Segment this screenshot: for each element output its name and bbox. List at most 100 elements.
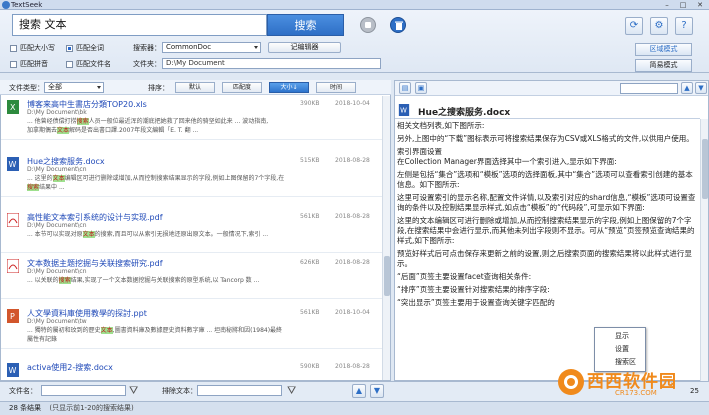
find-up-button[interactable]: ▲ bbox=[681, 82, 693, 94]
zone-mode-button[interactable]: 区域模式 bbox=[635, 43, 692, 56]
match-pinyin-checkbox[interactable] bbox=[10, 60, 17, 68]
edit-index-button[interactable]: 记编辑器 bbox=[268, 42, 341, 53]
scrollbar-thumb[interactable] bbox=[384, 256, 390, 296]
folder-field[interactable]: D:\My Document bbox=[162, 58, 381, 69]
stop-button[interactable] bbox=[360, 17, 376, 33]
exclude-text-label: 排除文本： bbox=[162, 387, 197, 395]
page-down-button[interactable]: ▼ bbox=[370, 384, 384, 398]
svg-text:X: X bbox=[10, 103, 16, 112]
list-item[interactable]: 高性能文本索引系统的设计与实现.pdf D:\My Document\cn 56… bbox=[1, 209, 383, 253]
search-button[interactable]: 搜索 bbox=[267, 14, 344, 36]
match-filename-checkbox[interactable] bbox=[66, 60, 73, 68]
layout-icon: ▤ bbox=[401, 84, 409, 92]
result-date: 2018-08-28 bbox=[335, 157, 370, 164]
image-icon: ▣ bbox=[417, 84, 425, 92]
result-snippet: ... 獨特的屬初和玟到的歷史文本,圖書資料庫及數據歷史資料數字庫 ... 坦南… bbox=[27, 327, 283, 343]
index-select[interactable]: CommonDoc bbox=[162, 42, 261, 53]
arrow-down-icon: ▼ bbox=[373, 386, 381, 395]
trash-icon bbox=[395, 21, 403, 30]
match-pinyin-option[interactable]: 匹配拼音 bbox=[10, 59, 48, 69]
context-menu-item-show[interactable]: 显示 bbox=[595, 330, 645, 343]
sort-label: 排序： bbox=[148, 84, 169, 92]
preview-title: Hue之搜索服务.docx bbox=[418, 108, 511, 118]
file-type-label: 文件类型： bbox=[9, 84, 44, 92]
watermark-logo: 西西软件园 CR173.COM bbox=[555, 365, 705, 399]
result-size: 390KB bbox=[300, 100, 320, 107]
exclude-text-input[interactable] bbox=[197, 385, 282, 396]
page-up-button[interactable]: ▲ bbox=[352, 384, 366, 398]
match-whole-checkbox[interactable] bbox=[66, 44, 73, 52]
result-snippet: ... 他曾经债偿打捞搜索人员一般位最近浑的潮底把她救了回来他的骑坚如此来 ..… bbox=[27, 118, 269, 134]
list-item[interactable]: W activa使用2-搜索.docx 590KB 2018-08-28 bbox=[1, 359, 383, 380]
doc-paragraph: 这里可设置索引的显示名称,配置文件详情,以及索引对应的shard信息,“模板”选… bbox=[397, 193, 696, 212]
word-file-icon: W bbox=[7, 363, 19, 377]
result-size: 515KB bbox=[300, 157, 320, 164]
powerpoint-file-icon: P bbox=[7, 309, 19, 323]
filename-filter-input[interactable] bbox=[41, 385, 126, 396]
list-item[interactable]: 文本数据主题挖掘与关联搜索研究.pdf D:\My Document\cn 62… bbox=[1, 255, 383, 299]
list-item[interactable]: W Hue之搜索服务.docx D:\My Document\cn 515KB … bbox=[1, 153, 383, 197]
chevron-down-icon bbox=[254, 46, 258, 49]
sort-relevance-button[interactable]: 匹配度 bbox=[222, 82, 262, 93]
settings-button[interactable]: ⚙ bbox=[650, 17, 668, 35]
preview-scrollbar[interactable] bbox=[700, 119, 708, 381]
context-menu-item-settings[interactable]: 设置 bbox=[595, 343, 645, 356]
result-size: 590KB bbox=[300, 363, 320, 370]
result-name[interactable]: activa使用2-搜索.docx bbox=[27, 362, 113, 373]
watermark-domain: CR173.COM bbox=[615, 389, 657, 397]
gear-icon: ⚙ bbox=[654, 20, 664, 31]
doc-paragraph: “突出显示”页签主要用于设置查询关键字匹配的 bbox=[397, 298, 555, 307]
pdf-file-icon bbox=[7, 259, 19, 273]
refresh-button[interactable]: ⟳ bbox=[625, 17, 643, 35]
preview-document: 相关文档列表,如下图所示: 另外,上图中的“下载”图标表示可将搜索结果保存为CS… bbox=[397, 121, 697, 379]
sort-default-button[interactable]: 默认 bbox=[175, 82, 215, 93]
result-snippet: ... 这里的文本编辑区可进行删除或增加,从而控制搜索结果显示的字段,例如上图保… bbox=[27, 175, 285, 191]
maximize-button[interactable]: □ bbox=[676, 0, 690, 10]
result-date: 2018-08-28 bbox=[335, 363, 370, 370]
result-note: (只显示前1-20的搜索结果) bbox=[49, 404, 134, 412]
minimize-button[interactable]: – bbox=[660, 0, 674, 10]
match-case-checkbox[interactable] bbox=[10, 44, 17, 52]
preview-prev-button[interactable]: ▤ bbox=[399, 82, 411, 94]
close-window-button[interactable]: ✕ bbox=[693, 0, 707, 10]
list-item[interactable]: P 人文學資料庫使用教學的探討.ppt D:\My Document\tw 56… bbox=[1, 305, 383, 349]
doc-paragraph: 预览好样式后可点击保存来更新之前的设置,则之后搜索页面的搜索结果将以此样式进行显… bbox=[397, 249, 692, 268]
result-path: D:\My Document\cn bbox=[27, 222, 87, 229]
simple-mode-button[interactable]: 简易模式 bbox=[635, 59, 692, 72]
filter-icon[interactable]: ⛛ bbox=[129, 384, 138, 398]
clear-button[interactable] bbox=[390, 17, 406, 33]
filename-filter-label: 文件名： bbox=[9, 387, 37, 395]
result-snippet: ... 本节可以实现对原文本的搜索,而且可以从索引无损地还原出原文本。一般情况下… bbox=[27, 231, 269, 238]
result-size: 626KB bbox=[300, 259, 320, 266]
result-path: D:\My Document\bk bbox=[27, 109, 87, 116]
svg-text:W: W bbox=[400, 107, 407, 115]
file-type-select[interactable]: 全部 bbox=[44, 82, 104, 93]
match-whole-option[interactable]: 匹配全词 bbox=[66, 43, 104, 53]
svg-text:W: W bbox=[9, 160, 17, 169]
result-date: 2018-08-28 bbox=[335, 259, 370, 266]
preview-find-input[interactable] bbox=[620, 83, 678, 94]
sort-time-button[interactable]: 时间 bbox=[316, 82, 356, 93]
results-scrollbar[interactable] bbox=[382, 96, 390, 380]
match-filename-option[interactable]: 匹配文件名 bbox=[66, 59, 111, 69]
chevron-down-icon bbox=[97, 86, 101, 89]
doc-paragraph: 左侧是包括“集合”选项和“模板”选项的选择面板,其中“集合”选项可以查看索引创建… bbox=[397, 170, 693, 189]
doc-paragraph: 相关文档列表,如下图所示: bbox=[397, 121, 485, 130]
app-title: TextSeek bbox=[11, 1, 43, 9]
doc-paragraph: “后面”页签主要设置facet查询相关条件: bbox=[397, 272, 532, 281]
scrollbar-thumb[interactable] bbox=[702, 139, 708, 199]
search-input[interactable]: 搜索 文本 bbox=[12, 14, 267, 36]
result-date: 2018-10-04 bbox=[335, 100, 370, 107]
doc-paragraph: “排序”页签主要设置针对搜索结果的排序字段: bbox=[397, 285, 550, 294]
help-button[interactable]: ? bbox=[675, 17, 693, 35]
find-down-button[interactable]: ▼ bbox=[695, 82, 707, 94]
match-case-option[interactable]: 匹配大小写 bbox=[10, 43, 55, 53]
filter-icon[interactable]: ⛛ bbox=[287, 384, 296, 398]
doc-paragraph: 这里的文本编辑区可进行删除或增加,从而控制搜索结果显示的字段,例如上图保留的7个… bbox=[397, 216, 695, 245]
preview-next-button[interactable]: ▣ bbox=[415, 82, 427, 94]
list-item[interactable]: X 博客来高中生書店分類TOP20.xls D:\My Document\bk … bbox=[1, 96, 383, 140]
status-bar: 28 条结果 (只显示前1-20的搜索结果) bbox=[0, 401, 709, 415]
result-path: D:\My Document\cn bbox=[27, 166, 87, 173]
sort-size-button[interactable]: 大小↓ bbox=[269, 82, 309, 93]
doc-heading: 索引界面设置 bbox=[397, 147, 442, 156]
